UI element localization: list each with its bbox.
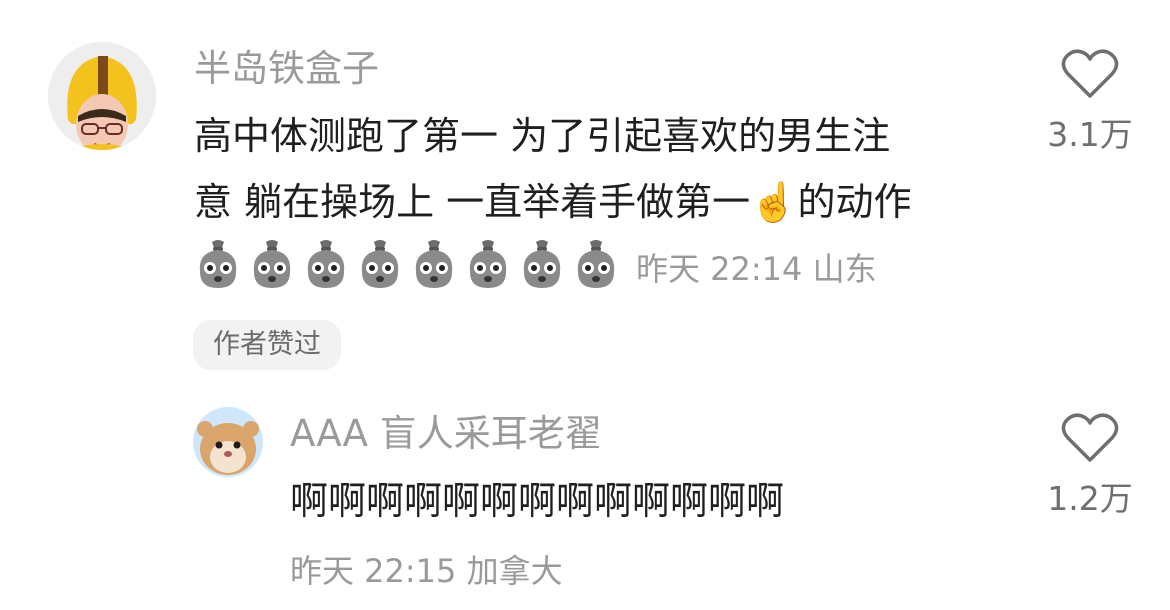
money-bag-face-icon: [572, 238, 620, 294]
comment-meta: 昨天 22:14 山东: [636, 244, 877, 294]
money-bag-face-icon: [194, 238, 242, 294]
reply-location: 加拿大: [466, 552, 563, 590]
heart-icon: [1061, 49, 1119, 98]
author-liked-badge: 作者赞过: [193, 320, 341, 370]
comment-like-button[interactable]: [1060, 48, 1120, 100]
comment-location: 山东: [812, 250, 877, 288]
money-bag-face-icon: [302, 238, 350, 294]
reply-text: 啊啊啊啊啊啊啊啊啊啊啊啊啊: [290, 479, 785, 523]
emoji-row: [194, 238, 626, 294]
comment-text-line-2-start: 意 躺在操场上 一直举着手做第一: [194, 180, 751, 224]
money-bag-face-icon: [464, 238, 512, 294]
reply-meta: 昨天 22:15 加拿大: [290, 546, 563, 596]
comment-time: 昨天 22:14: [636, 250, 803, 288]
reply-like-count: 1.2万: [1047, 479, 1133, 518]
heart-icon: [1061, 413, 1119, 462]
money-bag-face-icon: [410, 238, 458, 294]
hamster-avatar-image: [193, 407, 263, 477]
reply-time: 昨天 22:15: [290, 552, 457, 590]
helmet-avatar-image: [48, 42, 156, 150]
reply-username[interactable]: AAA 盲人采耳老翟: [290, 409, 602, 459]
comment-text-line-2: 意 躺在操场上 一直举着手做第一☝️的动作: [194, 175, 912, 229]
reply-like-button[interactable]: [1060, 412, 1120, 464]
money-bag-face-icon: [356, 238, 404, 294]
comment-text-line-1: 高中体测跑了第一 为了引起喜欢的男生注: [194, 114, 891, 158]
pointing-up-emoji: ☝️: [750, 180, 798, 224]
comment-text-line-2-end: 的动作: [797, 180, 912, 224]
money-bag-face-icon: [518, 238, 566, 294]
reply-avatar[interactable]: [193, 407, 263, 477]
comment-like-count: 3.1万: [1047, 115, 1133, 154]
money-bag-face-icon: [248, 238, 296, 294]
commenter-username[interactable]: 半岛铁盒子: [194, 44, 379, 94]
commenter-avatar[interactable]: [48, 42, 156, 150]
